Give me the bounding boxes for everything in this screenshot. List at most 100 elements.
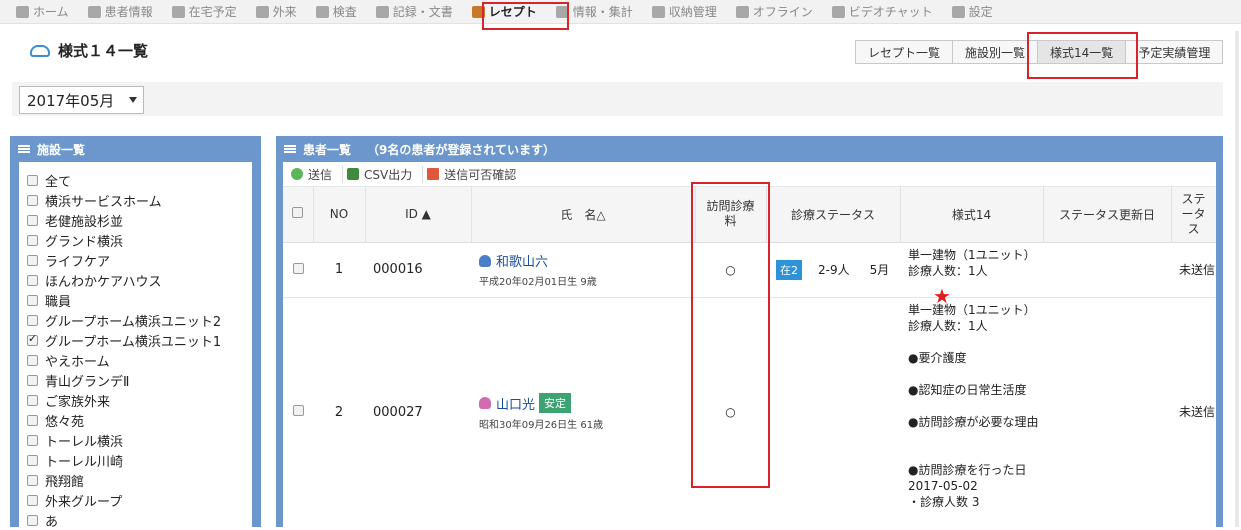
col-no: NO (313, 187, 366, 243)
facility-checkbox[interactable] (27, 514, 38, 526)
facility-checkbox[interactable] (27, 394, 38, 406)
facility-item[interactable]: グランド横浜 (19, 230, 252, 250)
facility-checkbox[interactable] (27, 354, 38, 366)
nav-item-label: 外来 (272, 5, 297, 19)
facility-item[interactable]: トーレル川崎 (19, 450, 252, 470)
nav-item-8[interactable]: 収納管理 (651, 0, 717, 24)
facility-checkbox[interactable] (27, 194, 38, 206)
tab-1[interactable]: 施設別一覧 (952, 40, 1039, 64)
facility-item[interactable]: ライフケア (19, 250, 252, 270)
facility-checkbox[interactable] (27, 474, 38, 486)
facility-checkbox[interactable] (27, 274, 38, 286)
facility-checkbox[interactable] (27, 314, 38, 326)
nav-item-4[interactable]: 検査 (315, 0, 357, 24)
col-send-status: ステータス (1171, 187, 1216, 243)
nav-item-5[interactable]: 記録・文書 (375, 0, 453, 24)
facility-checkbox[interactable] (27, 254, 38, 266)
facility-item[interactable]: あ (19, 510, 252, 530)
facility-item[interactable]: ご家族外来 (19, 390, 252, 410)
select-all-checkbox[interactable] (292, 207, 304, 219)
patient-name-link[interactable]: 山口光 (496, 394, 535, 413)
facility-panel-header: 施設一覧 (10, 136, 261, 162)
row-send-status: 未送信 (1171, 242, 1216, 298)
csv-button-label: CSV出力 (364, 167, 413, 182)
facility-checkbox[interactable] (27, 434, 38, 446)
style14-line (908, 430, 1043, 446)
facility-item[interactable]: 青山グランデⅡ (19, 370, 252, 390)
nav-item-label: 記録・文書 (392, 5, 453, 19)
nav-item-11[interactable]: 設定 (951, 0, 993, 24)
nav-item-10[interactable]: ビデオチャット (831, 0, 933, 24)
page-title-text: 様式１４一覧 (58, 42, 149, 60)
check-button-label: 送信可否確認 (444, 167, 517, 182)
facility-item[interactable]: 飛翔館 (19, 470, 252, 490)
send-button[interactable]: 送信 (291, 165, 344, 183)
facility-item[interactable]: グループホーム横浜ユニット1 (19, 330, 252, 350)
facility-item[interactable]: 悠々苑 (19, 410, 252, 430)
row-no: 2 (313, 297, 365, 527)
facility-item[interactable]: 全て (19, 170, 252, 190)
status-month: 5月 (869, 262, 890, 277)
facility-checkbox[interactable] (27, 374, 38, 386)
page-scrollbar[interactable] (1235, 31, 1239, 527)
csv-export-button[interactable]: CSV出力 (347, 165, 424, 183)
facility-checkbox[interactable] (27, 414, 38, 426)
facility-checkbox[interactable] (27, 294, 38, 306)
row-updated (1043, 242, 1171, 298)
facility-checkbox[interactable] (27, 494, 38, 506)
col-name-sort[interactable]: 氏 名△ (471, 187, 696, 243)
facility-checkbox[interactable] (27, 174, 38, 186)
nav-item-9[interactable]: オフライン (735, 0, 813, 24)
patient-header-text: 患者一覧 (303, 142, 352, 157)
row-select-cell (283, 297, 313, 527)
col-id-sort[interactable]: ID ▲ (365, 187, 472, 243)
row-checkbox[interactable] (292, 405, 304, 416)
facility-item-label: 全て (45, 174, 72, 190)
send-button-label: 送信 (308, 167, 333, 182)
schedule-icon (171, 5, 185, 18)
facility-item[interactable]: ほんわかケアハウス (19, 270, 252, 290)
list-icon (284, 144, 296, 154)
tab-3[interactable]: 予定実績管理 (1125, 40, 1224, 64)
facility-item-label: 職員 (45, 294, 72, 310)
facility-item-label: 悠々苑 (45, 414, 85, 430)
gear-icon (951, 5, 965, 18)
facility-checkbox[interactable] (27, 234, 38, 246)
col-style14: 様式14 (900, 187, 1044, 243)
style14-line (908, 334, 1043, 350)
video-icon (831, 5, 845, 18)
nav-item-1[interactable]: 患者情報 (87, 0, 153, 24)
patient-birth: 平成20年02月01日生 9歳 (479, 277, 597, 288)
row-style14-cell: 単一建物（1ユニット）診療人数：1人 ●要介護度 ●認知症の日常生活度 ●訪問診療が必… (900, 297, 1043, 527)
month-select[interactable]: 2017年05月 (19, 86, 144, 114)
facility-checkbox[interactable] (27, 214, 38, 226)
nav-item-3[interactable]: 外来 (255, 0, 297, 24)
style14-line: ●要介護度 (908, 350, 967, 365)
facility-item[interactable]: 横浜サービスホーム (19, 190, 252, 210)
plus-circle-icon (291, 168, 303, 180)
tab-0[interactable]: レセプト一覧 (855, 40, 954, 64)
facility-item[interactable]: 外来グループ (19, 490, 252, 510)
facility-item-label: ライフケア (45, 254, 111, 270)
facility-item[interactable]: グループホーム横浜ユニット2 (19, 310, 252, 330)
facility-checkbox[interactable] (27, 332, 38, 346)
facility-item[interactable]: トーレル横浜 (19, 430, 252, 450)
send-check-button[interactable]: 送信可否確認 (427, 166, 526, 183)
row-checkbox[interactable] (292, 262, 304, 274)
facility-item[interactable]: 職員 (19, 290, 252, 310)
col-status: 診療ステータス (766, 187, 901, 243)
offline-icon (735, 5, 749, 18)
page-title: 様式１４一覧 (30, 40, 148, 61)
stable-badge: 安定 (539, 393, 572, 413)
facility-item-label: 老健施設杉並 (45, 214, 124, 230)
month-select-value: 2017年05月 (27, 91, 115, 110)
top-nav: ホーム 患者情報 在宅予定 外来 検査 記録・文書 レセプト 情報・集計 収納管理 オフライン ビデ… (0, 0, 1241, 24)
facility-item[interactable]: やえホーム (19, 350, 252, 370)
style14-line (908, 446, 1043, 462)
facility-item[interactable]: 老健施設杉並 (19, 210, 252, 230)
nav-item-0[interactable]: ホーム (16, 0, 69, 24)
nav-item-2[interactable]: 在宅予定 (171, 0, 237, 24)
facility-checkbox[interactable] (27, 454, 38, 466)
patient-name-link[interactable]: 和歌山六 (496, 251, 548, 270)
nav-item-label: 検査 (332, 5, 357, 19)
